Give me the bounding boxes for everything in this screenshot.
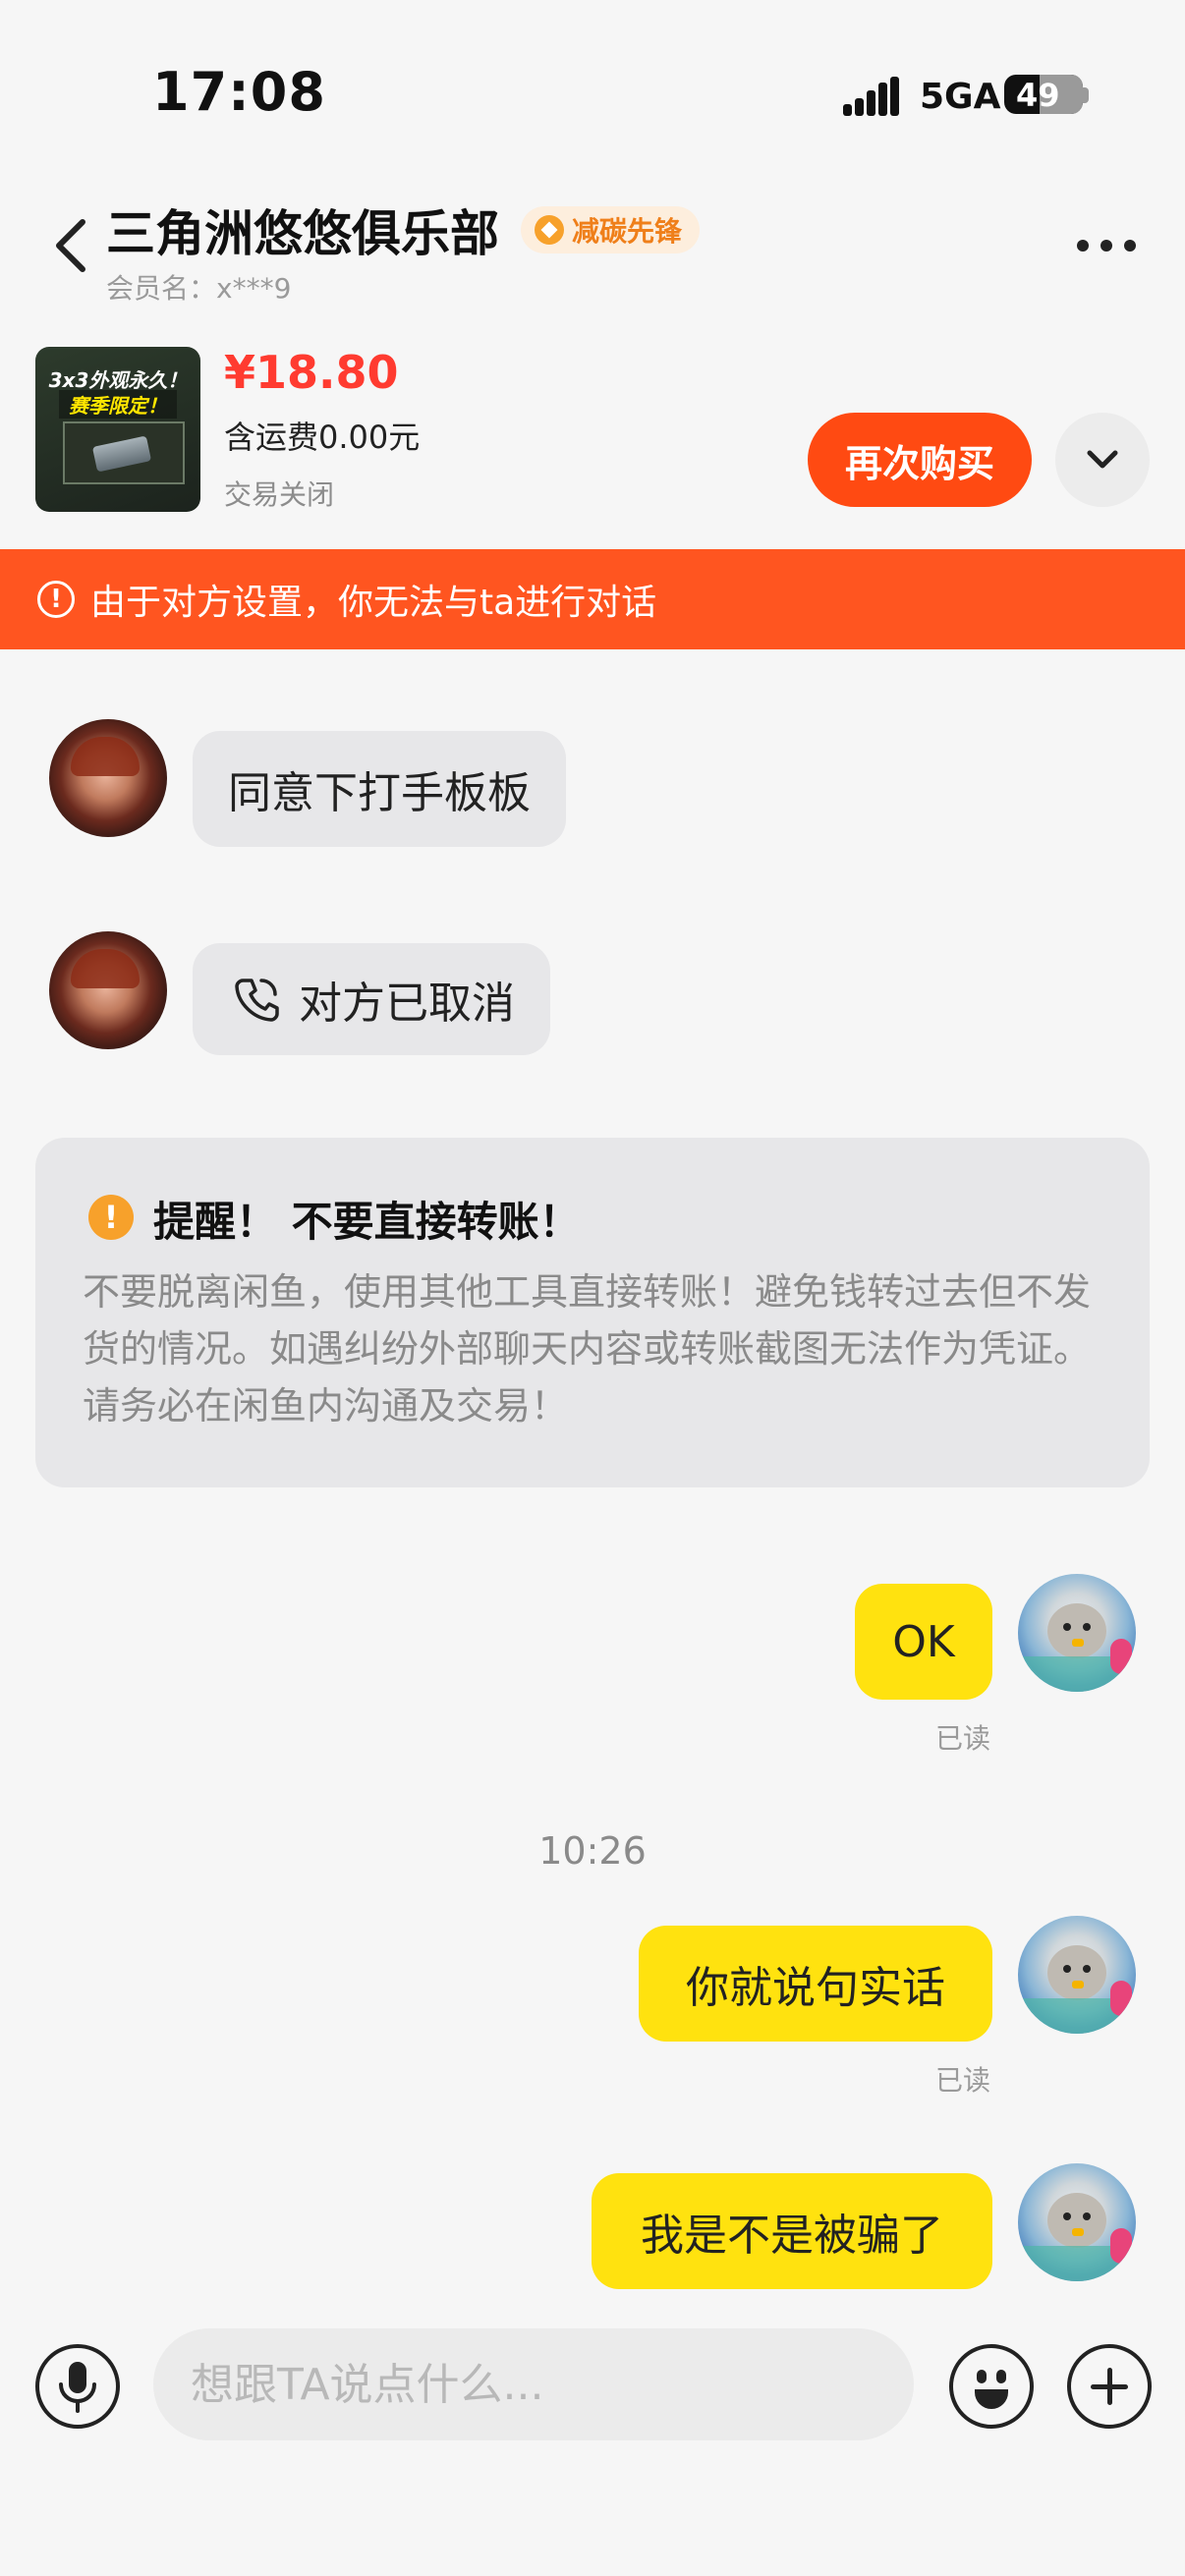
- battery-icon: 49: [1004, 75, 1083, 114]
- chat-disabled-banner: ! 由于对方设置，你无法与ta进行对话: [0, 549, 1185, 649]
- more-icon[interactable]: [1077, 240, 1136, 252]
- warning-title: 提醒！ 不要直接转账！: [153, 1198, 581, 1246]
- message-out[interactable]: 我是不是被骗了: [592, 2173, 992, 2289]
- signal-icon: [843, 77, 902, 116]
- read-receipt: 已读: [935, 1722, 991, 1755]
- warning-body: 不要脱离闲鱼，使用其他工具直接转账！避免钱转过去但不发货的情况。如遇纠纷外部聊天…: [83, 1270, 1092, 1428]
- message-in[interactable]: 同意下打手板板: [193, 731, 566, 847]
- my-avatar[interactable]: [1018, 1916, 1136, 2034]
- member-name: 会员名：x***9: [106, 272, 292, 305]
- seller-avatar[interactable]: [49, 931, 167, 1049]
- item-preview: [63, 421, 185, 484]
- microphone-icon: [59, 2362, 96, 2413]
- message-out[interactable]: OK: [855, 1584, 992, 1700]
- thumb-caption: 3x3外观永久！: [48, 368, 188, 392]
- read-receipt: 已读: [935, 2064, 991, 2097]
- time-separator: 10:26: [538, 1829, 647, 1873]
- product-thumbnail[interactable]: 3x3外观永久！ 赛季限定！: [35, 347, 200, 512]
- alert-icon: !: [88, 1195, 134, 1240]
- back-icon[interactable]: [49, 216, 98, 275]
- thumb-subcaption: 赛季限定！: [59, 390, 177, 419]
- plus-icon[interactable]: [1067, 2344, 1152, 2429]
- battery-tip: [1083, 87, 1089, 103]
- expand-button[interactable]: [1055, 413, 1150, 507]
- phone-icon: [235, 979, 279, 1022]
- message-input[interactable]: [153, 2328, 914, 2440]
- call-status: 对方已取消: [299, 979, 515, 1029]
- call-message[interactable]: 对方已取消: [193, 943, 550, 1055]
- trade-status: 交易关闭: [224, 478, 335, 511]
- banner-text: 由于对方设置，你无法与ta进行对话: [90, 583, 657, 623]
- carbon-badge[interactable]: 减碳先锋: [521, 206, 701, 253]
- network-label: 5GA: [920, 77, 1001, 117]
- warning-icon: !: [37, 581, 75, 618]
- status-time: 17:08: [152, 61, 326, 123]
- shipping-fee: 含运费0.00元: [224, 419, 421, 456]
- page-title[interactable]: 三角洲悠悠俱乐部: [106, 195, 499, 265]
- badge-label: 减碳先锋: [572, 215, 683, 248]
- voice-button[interactable]: [35, 2344, 120, 2429]
- message-out[interactable]: 你就说句实话: [639, 1926, 992, 2042]
- emoji-icon[interactable]: [949, 2344, 1034, 2429]
- my-avatar[interactable]: [1018, 1574, 1136, 1692]
- seller-avatar[interactable]: [49, 719, 167, 837]
- buy-again-button[interactable]: 再次购买: [808, 413, 1032, 507]
- battery-level: 49: [1016, 77, 1060, 114]
- transfer-warning-card: ! 提醒！ 不要直接转账！ 不要脱离闲鱼，使用其他工具直接转账！避免钱转过去但不…: [35, 1138, 1150, 1487]
- product-price: ¥18.80: [224, 346, 399, 399]
- leaf-icon: [535, 215, 564, 245]
- my-avatar[interactable]: [1018, 2163, 1136, 2281]
- chevron-down-icon: [1087, 450, 1118, 469]
